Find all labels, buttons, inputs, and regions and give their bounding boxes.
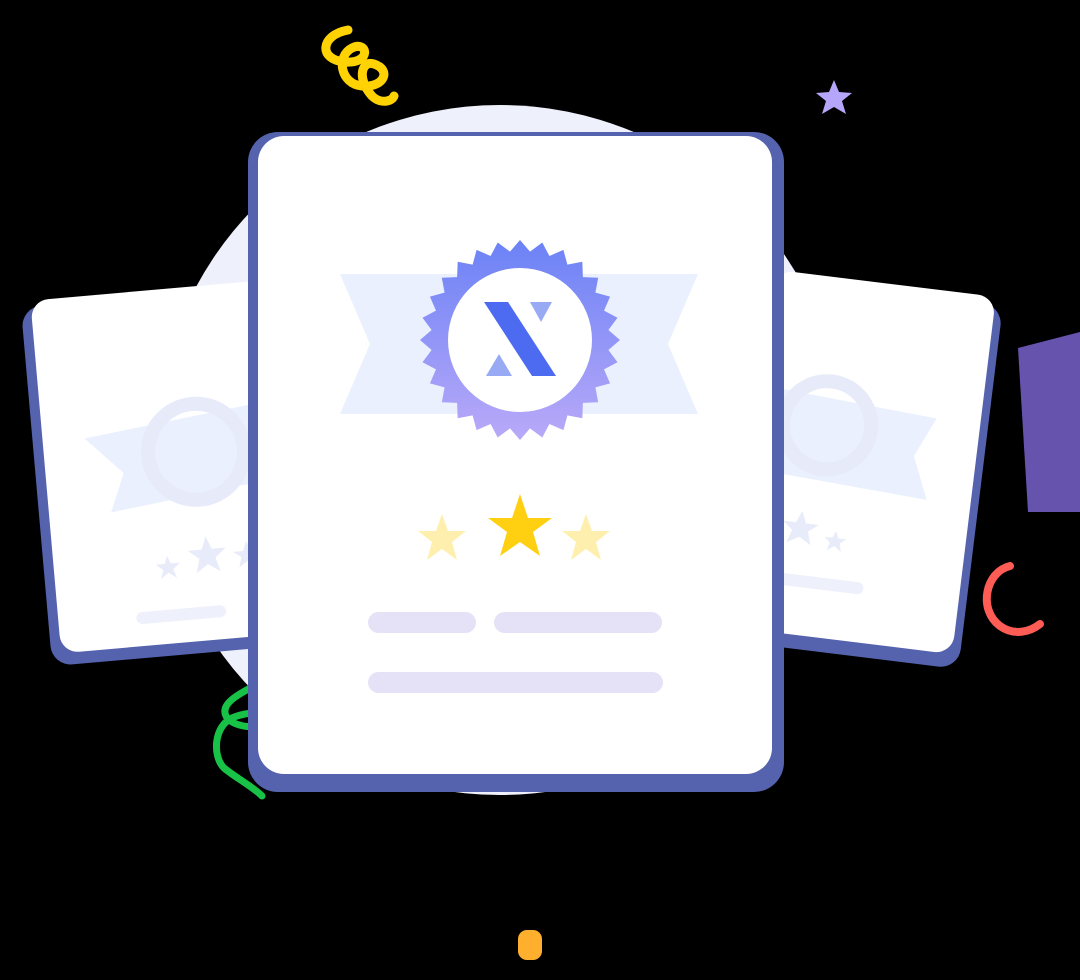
illustration-canvas	[22, 25, 1080, 960]
award-certificate-illustration	[0, 0, 1080, 980]
confetti-orange-chip	[518, 930, 542, 960]
main-certificate-card	[248, 132, 784, 792]
text-placeholder-line-2	[368, 672, 663, 693]
text-placeholder-line-1a	[368, 612, 476, 633]
text-placeholder-line-1b	[494, 612, 662, 633]
confetti-red-curl	[982, 562, 1044, 636]
confetti-purple-star	[816, 80, 852, 114]
confetti-yellow-swirl	[321, 25, 399, 106]
confetti-violet-shape	[1018, 332, 1080, 512]
